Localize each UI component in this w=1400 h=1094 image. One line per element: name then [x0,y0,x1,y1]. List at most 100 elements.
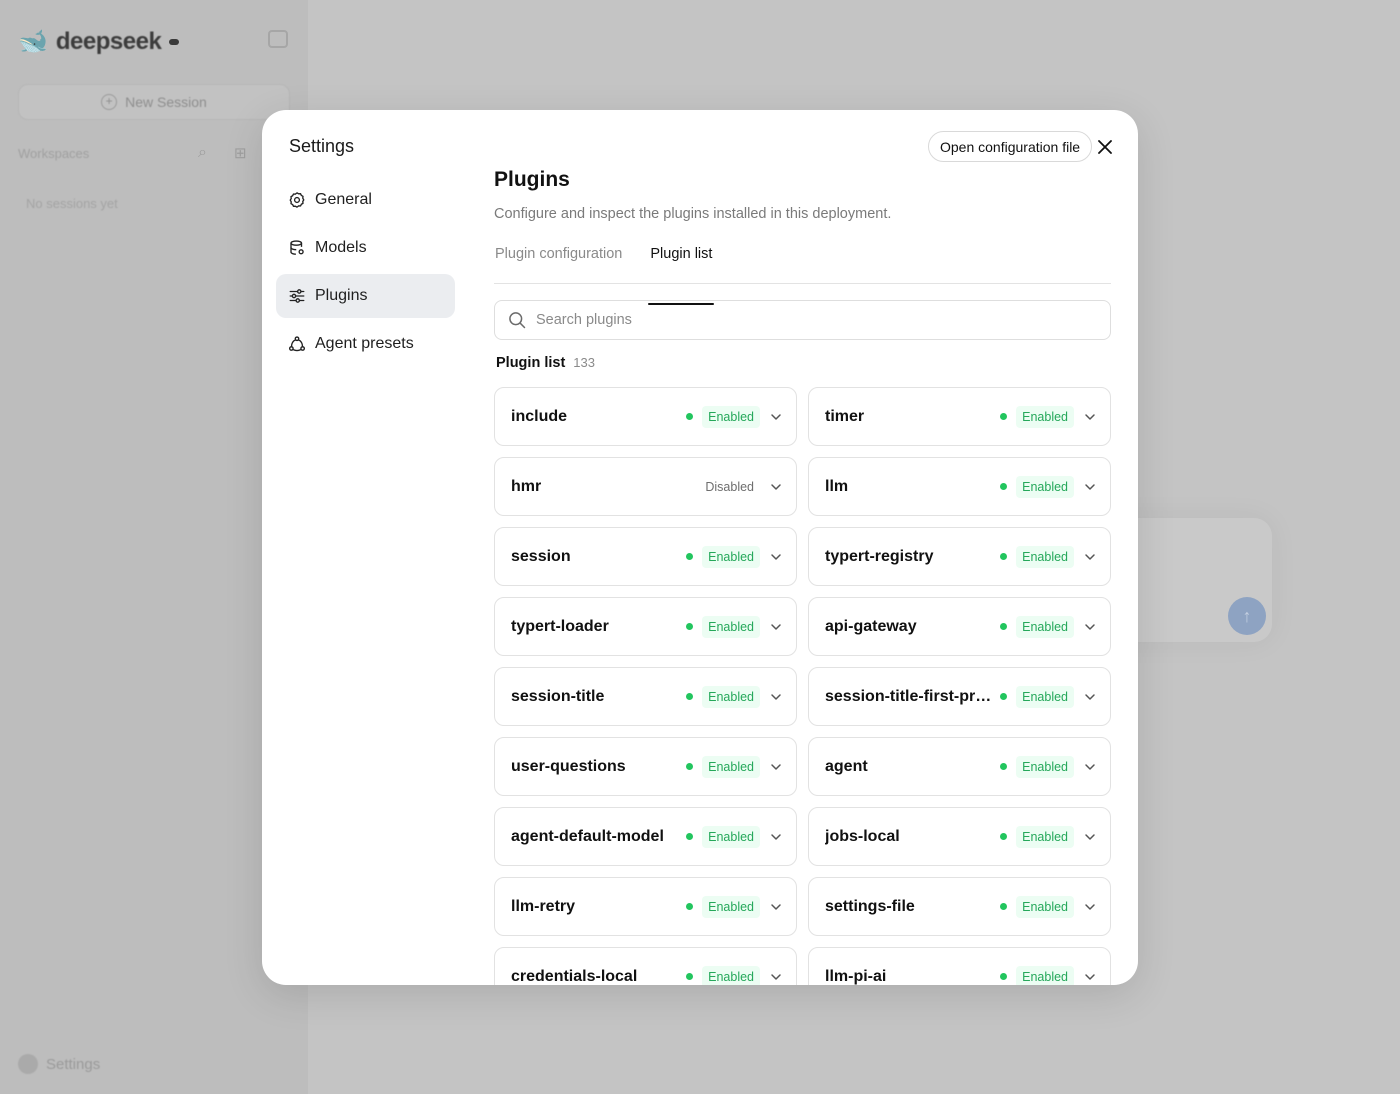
plugin-name: user-questions [511,757,626,775]
plugin-card[interactable]: hmr Disabled [494,457,797,516]
chevron-down-icon[interactable] [769,620,783,634]
plugin-name: hmr [511,477,542,495]
plugins-panel: Plugins Configure and inspect the plugin… [494,168,1111,985]
chevron-down-icon[interactable] [769,480,783,494]
new-session-label: New Session [125,94,207,110]
chevron-down-icon[interactable] [1083,760,1097,774]
status-badge: Enabled [702,895,760,918]
status-badge: Enabled [1016,755,1074,778]
plugin-name: timer [825,407,865,425]
plugin-card[interactable]: agent Enabled [808,737,1111,796]
new-session-button[interactable]: + New Session [18,84,290,120]
plugin-name: settings-file [825,897,915,915]
plugin-card[interactable]: jobs-local Enabled [808,807,1111,866]
plugin-name: session [511,547,571,565]
plugin-grid: include Enabled timer Enabled hmr Disabled llm… [494,387,1111,985]
nav-item-agent-presets[interactable]: Agent presets [276,322,455,366]
chevron-down-icon[interactable] [1083,480,1097,494]
send-button[interactable]: ↑ [1228,597,1266,635]
settings-nav: General Models Plugins Agent presets [276,178,455,370]
status-badge: Enabled [1016,965,1074,985]
plugin-card[interactable]: session-title-first-pr… Enabled [808,667,1111,726]
plus-icon: + [101,94,118,110]
status-dot [1000,833,1008,840]
chevron-down-icon[interactable] [1083,970,1097,984]
status-dot [1000,763,1008,770]
chevron-down-icon[interactable] [1083,550,1097,564]
status-badge: Enabled [702,405,760,428]
plugin-card[interactable]: llm-pi-ai Enabled [808,947,1111,985]
status-badge: Enabled [1016,545,1074,568]
nav-item-models[interactable]: Models [276,226,455,270]
plugin-card[interactable]: credentials-local Enabled [494,947,797,985]
status-badge: Enabled [1016,405,1074,428]
plugin-card[interactable]: timer Enabled [808,387,1111,446]
plugin-name: agent [825,757,868,775]
plugin-name: agent-default-model [511,827,664,845]
plugin-card[interactable]: include Enabled [494,387,797,446]
chevron-down-icon[interactable] [769,410,783,424]
plugin-card[interactable]: session-title Enabled [494,667,797,726]
status-dot [1000,903,1008,910]
no-sessions-text: No sessions yet [26,196,118,211]
page-title: Plugins [494,168,570,191]
status-dot [686,553,694,560]
search-input[interactable] [536,312,1076,328]
settings-modal: Settings General Models Plugins Agent pr… [262,110,1138,985]
open-config-button[interactable]: Open configuration file [928,131,1093,162]
nav-item-general[interactable]: General [276,178,455,222]
chevron-down-icon[interactable] [769,550,783,564]
chevron-down-icon[interactable] [1083,900,1097,914]
status-badge: Enabled [702,825,760,848]
plugin-name: session-title [511,687,605,705]
nav-label: Plugins [315,287,368,304]
plugin-card[interactable]: llm Enabled [808,457,1111,516]
nav-label: Models [315,239,367,256]
nav-item-plugins[interactable]: Plugins [276,274,455,318]
chevron-down-icon[interactable] [1083,620,1097,634]
modal-title: Settings [289,136,355,156]
plugin-name: typert-loader [511,617,609,635]
chevron-down-icon[interactable] [769,830,783,844]
plugin-card[interactable]: agent-default-model Enabled [494,807,797,866]
close-button[interactable] [1094,136,1116,158]
plugin-card[interactable]: api-gateway Enabled [808,597,1111,656]
plugin-list-header: Plugin list 133 [494,355,1111,371]
status-dot [686,623,694,630]
logo-tag [169,39,180,45]
plugin-card[interactable]: settings-file Enabled [808,877,1111,936]
tab-plugin-configuration[interactable]: Plugin configuration [494,244,623,283]
chevron-down-icon[interactable] [1083,690,1097,704]
close-icon [1098,140,1112,154]
chevron-down-icon[interactable] [1083,410,1097,424]
plugin-card[interactable]: llm-retry Enabled [494,877,797,936]
sliders-icon [289,289,305,303]
plugin-card[interactable]: typert-loader Enabled [494,597,797,656]
plugin-card[interactable]: typert-registry Enabled [808,527,1111,586]
status-dot [686,973,694,980]
chevron-down-icon[interactable] [769,900,783,914]
chevron-down-icon[interactable] [769,760,783,774]
status-dot [686,903,694,910]
sidebar-collapse-icon[interactable] [268,30,288,48]
tab-plugin-list[interactable]: Plugin list [648,244,715,305]
plugin-name: credentials-local [511,967,638,985]
chevron-down-icon[interactable] [1083,830,1097,844]
nav-label: Agent presets [315,335,414,352]
plugin-card[interactable]: user-questions Enabled [494,737,797,796]
search-icon[interactable]: ⌕ [198,144,207,162]
plugin-card[interactable]: session Enabled [494,527,797,586]
plugin-name: llm-retry [511,897,576,915]
status-badge: Enabled [1016,895,1074,918]
status-dot [1000,483,1008,490]
chevron-down-icon[interactable] [769,970,783,984]
settings-label: Settings [46,1055,101,1073]
search-icon [509,312,526,329]
add-workspace-icon[interactable]: ⊞ [234,144,247,162]
plugin-name: typert-registry [825,547,934,565]
search-box[interactable] [494,300,1111,340]
chevron-down-icon[interactable] [769,690,783,704]
settings-button[interactable]: Settings [18,1054,100,1074]
plugin-name: api-gateway [825,617,917,635]
plugin-count: 133 [573,355,595,370]
